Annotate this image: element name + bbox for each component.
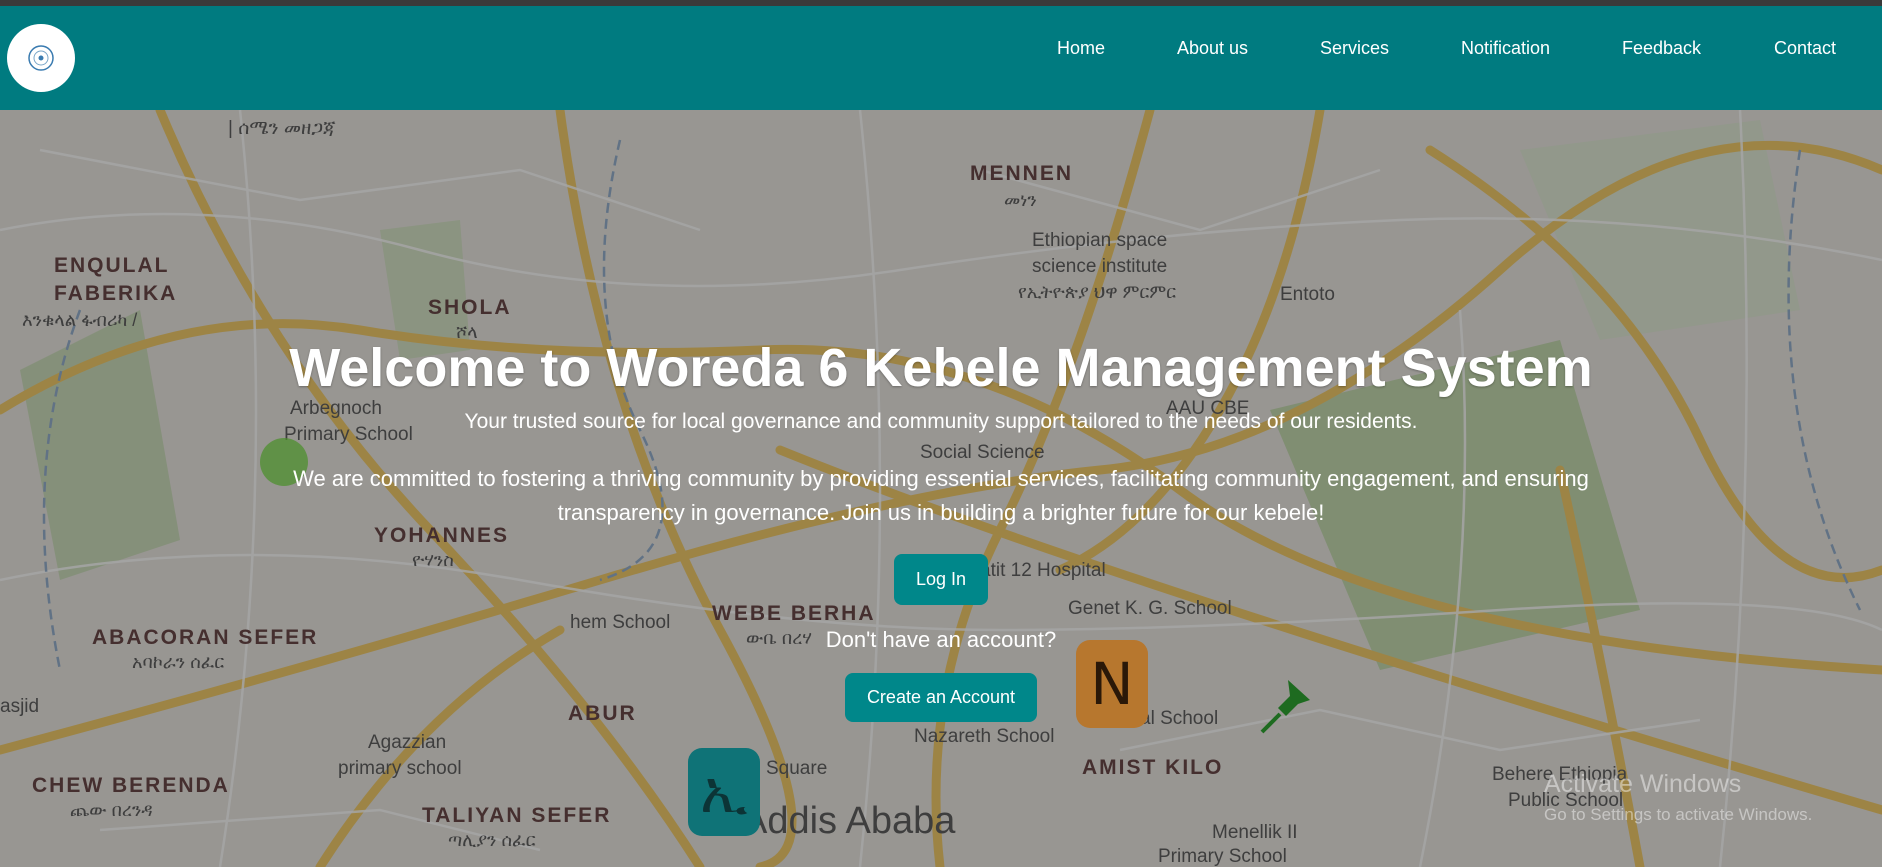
no-account-text: Don't have an account? bbox=[825, 627, 1057, 652]
watermark-subtitle: Go to Settings to activate Windows. bbox=[1544, 805, 1813, 824]
activate-windows-watermark: Activate Windows Go to Settings to activ… bbox=[1544, 770, 1812, 825]
watermark-title: Activate Windows bbox=[1544, 770, 1742, 798]
hero-tagline: Your trusted source for local governance… bbox=[464, 410, 1418, 433]
emblem-icon bbox=[28, 45, 54, 71]
nav-notification[interactable]: Notification bbox=[1461, 38, 1550, 59]
hero-section: Welcome to Woreda 6 Kebele Management Sy… bbox=[0, 330, 1882, 722]
kebele-logo[interactable] bbox=[7, 24, 75, 92]
nav-about-us[interactable]: About us bbox=[1177, 38, 1248, 59]
login-button[interactable]: Log In bbox=[893, 554, 989, 605]
nav-services[interactable]: Services bbox=[1320, 38, 1389, 59]
nav-contact[interactable]: Contact bbox=[1774, 38, 1836, 59]
nav-home[interactable]: Home bbox=[1057, 38, 1105, 59]
nav-feedback[interactable]: Feedback bbox=[1622, 38, 1701, 59]
create-account-button[interactable]: Create an Account bbox=[844, 673, 1038, 722]
page-title: Welcome to Woreda 6 Kebele Management Sy… bbox=[289, 338, 1593, 398]
navbar: Home About us Services Notification Feed… bbox=[0, 6, 1882, 110]
hero-description: We are committed to fostering a thriving… bbox=[293, 466, 1589, 525]
map-pin-left: ኢ bbox=[688, 748, 760, 836]
